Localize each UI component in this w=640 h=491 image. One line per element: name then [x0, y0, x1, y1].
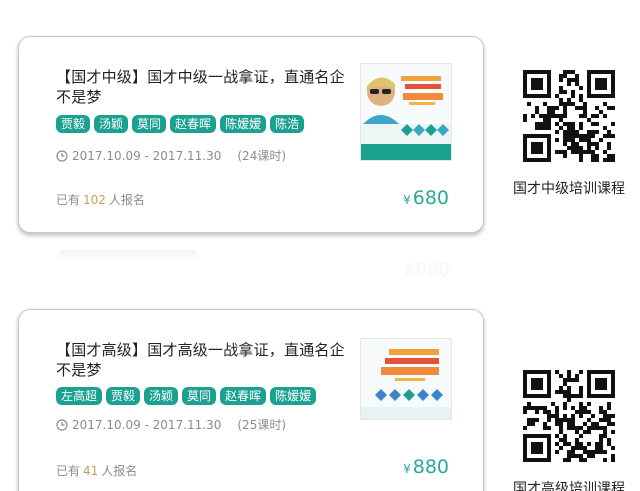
instructor-tag[interactable]: 左高超	[56, 387, 103, 405]
reflection-line	[58, 250, 198, 260]
instructor-tag[interactable]: 赵春晖	[170, 115, 217, 133]
course-schedule: 2017.10.09 - 2017.11.30 (25课时)	[56, 416, 286, 433]
qr-label: 国才高级培训课程	[513, 481, 625, 491]
instructor-tag[interactable]: 莫同	[132, 115, 167, 133]
course-listing-page: 【国才中级】国才中级一战拿证，直通名企不是梦 贾毅 汤颖 莫同 赵春晖 陈嫒嫒 …	[0, 0, 640, 491]
enrollment-info: 已有 102 人报名	[56, 191, 145, 208]
instructor-tag[interactable]: 贾毅	[106, 387, 141, 405]
qr-code[interactable]	[523, 70, 615, 162]
enroll-count: 41	[83, 464, 99, 478]
instructor-tags: 左高超 贾毅 汤颖 莫同 赵春晖 陈嫒嫒	[56, 387, 317, 405]
qr-block-advanced: 国才高级培训课程	[503, 370, 635, 491]
price-value: 880	[412, 456, 449, 478]
enroll-prefix: 已有	[56, 193, 81, 207]
instructor-tag[interactable]: 赵春晖	[220, 387, 267, 405]
course-hours: (24课时)	[237, 149, 287, 163]
enroll-suffix: 人报名	[101, 464, 138, 478]
date-range: 2017.10.09 - 2017.11.30	[72, 417, 222, 432]
instructor-tag[interactable]: 莫同	[182, 387, 217, 405]
enroll-count: 102	[83, 193, 106, 207]
clock-icon	[56, 149, 68, 162]
enroll-prefix: 已有	[56, 464, 81, 478]
reflection-price: ¥680	[404, 258, 450, 279]
course-poster-thumbnail[interactable]	[360, 63, 452, 161]
card-reflection: ¥680	[18, 234, 484, 286]
instructor-tag[interactable]: 陈嫒嫒	[220, 115, 267, 133]
currency-symbol: ¥	[403, 462, 411, 476]
instructor-tag[interactable]: 汤颖	[94, 115, 129, 133]
instructor-tag[interactable]: 汤颖	[144, 387, 179, 405]
instructor-tag[interactable]: 陈浩	[270, 115, 305, 133]
qr-label: 国才中级培训课程	[513, 181, 625, 197]
enrollment-info: 已有 41 人报名	[56, 462, 137, 479]
course-title[interactable]: 【国才高级】国才高级一战拿证，直通名企不是梦	[56, 340, 348, 380]
course-title[interactable]: 【国才中级】国才中级一战拿证，直通名企不是梦	[56, 67, 348, 107]
clock-icon	[56, 418, 68, 431]
instructor-tags: 贾毅 汤颖 莫同 赵春晖 陈嫒嫒 陈浩	[56, 115, 305, 133]
course-hours: (25课时)	[237, 418, 287, 432]
enroll-suffix: 人报名	[108, 193, 145, 207]
course-card-intermediate[interactable]: 【国才中级】国才中级一战拿证，直通名企不是梦 贾毅 汤颖 莫同 赵春晖 陈嫒嫒 …	[18, 36, 484, 233]
course-price: ¥ 880	[403, 456, 449, 478]
instructor-tag[interactable]: 陈嫒嫒	[270, 387, 317, 405]
course-price: ¥ 680	[403, 187, 449, 209]
date-range: 2017.10.09 - 2017.11.30	[72, 148, 222, 163]
price-value: 680	[412, 187, 449, 209]
course-card-advanced[interactable]: 【国才高级】国才高级一战拿证，直通名企不是梦 左高超 贾毅 汤颖 莫同 赵春晖 …	[18, 309, 484, 491]
currency-symbol: ¥	[403, 193, 411, 207]
course-poster-thumbnail[interactable]	[360, 338, 452, 420]
qr-code[interactable]	[523, 370, 615, 462]
qr-block-intermediate: 国才中级培训课程	[503, 70, 635, 198]
course-schedule: 2017.10.09 - 2017.11.30 (24课时)	[56, 147, 286, 164]
instructor-tag[interactable]: 贾毅	[56, 115, 91, 133]
